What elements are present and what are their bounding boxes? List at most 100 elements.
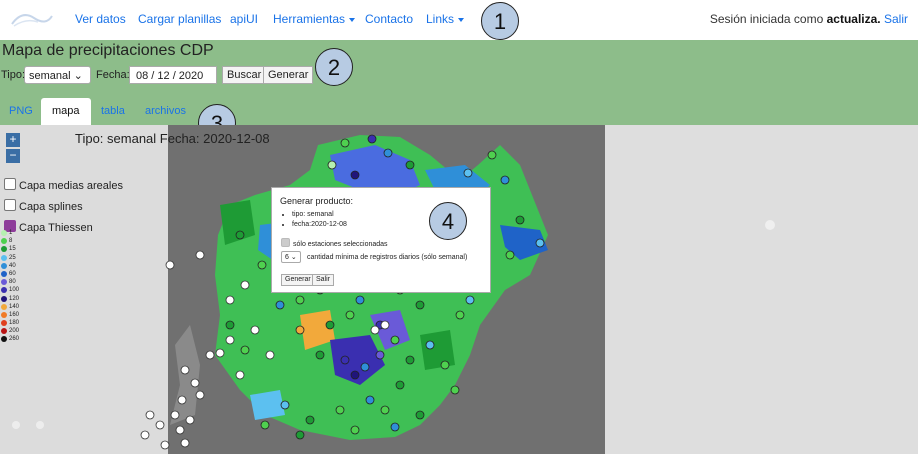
legend-row: 100 [0, 286, 20, 294]
chevron-down-icon: ⌄ [290, 254, 297, 261]
legend-value: 15 [9, 246, 16, 253]
nav-cargar-planillas[interactable]: Cargar planillas [138, 12, 221, 26]
legend-row: 8 [0, 237, 16, 245]
legend-value: 1 [9, 230, 13, 236]
zoom-in-button[interactable]: + [6, 133, 20, 147]
legend-value: 160 [9, 311, 20, 318]
legend-row: 260 [0, 335, 20, 343]
tab-archivos[interactable]: archivos [138, 98, 193, 125]
top-navbar: Ver datos Cargar planillas apiUI Herrami… [0, 0, 918, 41]
nav-contacto[interactable]: Contacto [365, 12, 413, 26]
layer-thiessen[interactable]: Capa Thiessen [4, 220, 93, 234]
session-info: Sesión iniciada como actualiza. Salir [710, 12, 908, 26]
layer-label: Capa Thiessen [19, 222, 93, 234]
legend-swatch [1, 246, 7, 253]
nav-ver-datos[interactable]: Ver datos [75, 12, 126, 26]
legend-swatch [1, 336, 7, 343]
legend-value: 120 [9, 295, 20, 302]
legend-swatch [1, 230, 7, 236]
layer-splines[interactable]: Capa splines [4, 199, 83, 213]
popup-generar-button[interactable]: Generar [281, 274, 315, 286]
caret-down-icon [458, 17, 465, 22]
tipo-select[interactable]: semanal ⌄ [24, 66, 91, 84]
legend-swatch [1, 262, 7, 269]
zoom-out-button[interactable]: − [6, 149, 20, 163]
legend-swatch [1, 238, 7, 245]
popup-list: tipo: semanal fecha:2020-12-08 [282, 210, 347, 230]
legend-swatch [1, 254, 7, 261]
solo-estaciones-checkbox[interactable]: sólo estaciones seleccionadas [281, 238, 388, 248]
legend-row: 80 [0, 278, 16, 286]
callout-2: 2 [315, 48, 353, 86]
legend-swatch [1, 328, 7, 335]
legend-swatch [1, 311, 7, 318]
tipo-label: Tipo: [1, 69, 26, 81]
layer-medias-areales[interactable]: Capa medias areales [4, 178, 123, 192]
nav-apiui[interactable]: apiUI [230, 12, 258, 26]
checkbox-icon[interactable] [281, 238, 290, 247]
legend-row: 25 [0, 254, 16, 262]
nav-herramientas-label: Herramientas [273, 12, 346, 26]
checkbox-icon[interactable] [4, 199, 16, 211]
legend-swatch [1, 279, 7, 286]
tab-png[interactable]: PNG [2, 98, 40, 125]
legend-value: 8 [9, 238, 13, 245]
legend-swatch [1, 295, 7, 302]
legend-swatch [1, 287, 7, 294]
legend-value: 140 [9, 303, 20, 310]
logout-link[interactable]: Salir [884, 12, 908, 26]
checkbox-icon[interactable] [4, 178, 16, 190]
solo-estaciones-label: sólo estaciones seleccionadas [293, 241, 388, 248]
legend-row: 120 [0, 295, 20, 303]
caret-down-icon [349, 17, 356, 22]
nav-herramientas-dropdown[interactable]: Herramientas [273, 12, 356, 26]
nav-links-dropdown[interactable]: Links [426, 12, 465, 26]
legend-value: 200 [9, 328, 20, 335]
legend-value: 180 [9, 320, 20, 327]
fecha-label: Fecha: [96, 69, 130, 81]
map-view[interactable]: + − Tipo: semanal Fecha: 2020-12-08 Capa… [0, 125, 918, 454]
popup-title: Generar producto: [280, 196, 354, 206]
chevron-down-icon: ⌄ [73, 70, 83, 82]
page-title: Mapa de precipitaciones CDP [2, 42, 214, 59]
tab-mapa[interactable]: mapa [41, 98, 91, 125]
logo[interactable] [8, 6, 54, 32]
callout-4: 4 [429, 202, 467, 240]
legend-value: 60 [9, 270, 16, 277]
popup-item-fecha: fecha:2020-12-08 [292, 220, 347, 230]
legend-row: 180 [0, 319, 20, 327]
session-user: actualiza. [826, 12, 881, 26]
legend-value: 260 [9, 336, 20, 343]
buscar-button[interactable]: Buscar [222, 66, 267, 84]
popup-salir-button[interactable]: Salir [312, 274, 335, 286]
control-panel: Mapa de precipitaciones CDP Tipo: semana… [0, 40, 918, 125]
popup-item-tipo: tipo: semanal [292, 210, 347, 220]
fecha-input[interactable]: 08 / 12 / 2020 [129, 66, 217, 84]
generar-producto-popup: Generar producto: tipo: semanal fecha:20… [271, 187, 491, 293]
legend-row: 60 [0, 270, 16, 278]
legend-row: 1 [0, 229, 16, 237]
min-registros-label: cantidad mínima de registros diarios (só… [307, 254, 468, 261]
legend-row: 160 [0, 311, 20, 319]
legend-swatch [1, 320, 7, 327]
precipitation-legend: 1 8 15 25 40 60 80 100 120 140 160 180 200 260 [0, 229, 20, 344]
nav-links-label: Links [426, 12, 455, 26]
layer-label: Capa medias areales [19, 180, 123, 192]
legend-value: 25 [9, 254, 16, 261]
generar-button[interactable]: Generar [263, 66, 314, 84]
legend-value: 40 [9, 262, 16, 269]
legend-value: 100 [9, 287, 20, 294]
min-registros-select[interactable]: 6 ⌄ [281, 251, 301, 263]
legend-swatch [1, 303, 7, 310]
session-prefix: Sesión iniciada como [709, 12, 824, 26]
legend-row: 200 [0, 327, 20, 335]
tab-tabla[interactable]: tabla [94, 98, 132, 125]
layer-label: Capa splines [19, 201, 83, 213]
legend-row: 15 [0, 245, 16, 253]
legend-value: 80 [9, 279, 16, 286]
tipo-select-value: semanal [29, 70, 71, 82]
legend-row: 40 [0, 262, 16, 270]
min-registros-value: 6 [285, 254, 289, 261]
legend-row: 140 [0, 303, 20, 311]
callout-1: 1 [481, 2, 519, 40]
